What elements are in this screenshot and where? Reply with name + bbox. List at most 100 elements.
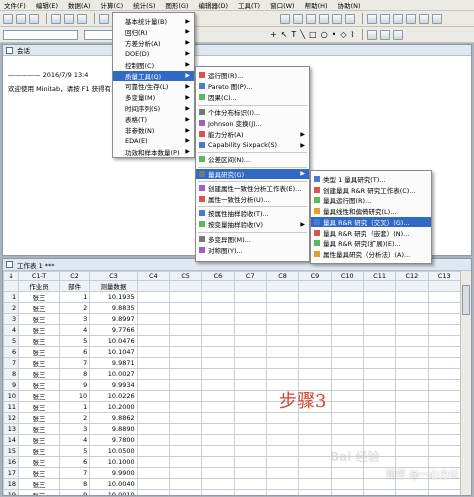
cell-empty[interactable] (201, 390, 235, 402)
cell-empty[interactable] (298, 335, 332, 347)
cell-measurement[interactable]: 9.9900 (89, 467, 138, 479)
quality-menu-item[interactable]: Pareto 图(P)... (196, 81, 309, 91)
cell-empty[interactable] (233, 346, 267, 358)
cell-empty[interactable] (427, 313, 462, 325)
cell-measurement[interactable]: 10.0226 (89, 390, 138, 402)
cell-empty[interactable] (265, 313, 300, 325)
quality-menu-item[interactable]: 能力分析(A) ▶ (196, 129, 309, 139)
column-name[interactable] (298, 280, 332, 292)
zoom-icon[interactable] (393, 29, 404, 40)
copy-icon[interactable] (64, 13, 74, 24)
cell-part[interactable]: 5 (59, 445, 91, 457)
cell-empty[interactable] (298, 346, 332, 358)
cell-empty[interactable] (395, 489, 429, 495)
stat-menu-item[interactable]: 表格(T) ▶ (113, 114, 194, 125)
cell-empty[interactable] (201, 368, 235, 380)
cell-measurement[interactable]: 9.8997 (89, 313, 138, 325)
cell-empty[interactable] (265, 423, 300, 435)
cell-measurement[interactable]: 9.8890 (89, 423, 138, 435)
cell-empty[interactable] (362, 434, 397, 446)
cell-empty[interactable] (427, 445, 462, 457)
cell-empty[interactable] (298, 324, 332, 336)
cell-empty[interactable] (298, 368, 332, 380)
cell-part[interactable]: 2 (59, 412, 91, 424)
cell-empty[interactable] (362, 324, 397, 336)
cell-empty[interactable] (265, 368, 300, 380)
cell-empty[interactable] (330, 412, 364, 424)
cell-empty[interactable] (330, 390, 364, 402)
cell-empty[interactable] (168, 379, 203, 391)
row-number[interactable]: 1 (3, 291, 20, 303)
open-icon[interactable] (3, 13, 13, 24)
cell-empty[interactable] (136, 357, 170, 369)
menubar-item[interactable]: 数据(A) (68, 0, 91, 10)
column-id[interactable]: C2 (59, 271, 91, 281)
cell-empty[interactable] (427, 346, 462, 358)
cell-measurement[interactable]: 10.0040 (89, 478, 138, 490)
cell-empty[interactable] (330, 401, 364, 413)
worksheet-scrollbar[interactable] (460, 271, 471, 495)
cell-empty[interactable] (168, 456, 203, 468)
column-id[interactable]: C7 (233, 271, 267, 281)
cell-empty[interactable] (298, 313, 332, 325)
cell-part[interactable]: 3 (59, 313, 91, 325)
cell-empty[interactable] (136, 368, 170, 380)
stat-menu-item[interactable]: 非参数(N) ▶ (113, 125, 194, 136)
cell-empty[interactable] (201, 456, 235, 468)
cell-empty[interactable] (427, 489, 462, 495)
rectangle-tool-icon[interactable]: □ (309, 30, 317, 39)
cell-empty[interactable] (136, 346, 170, 358)
tile-icon[interactable] (380, 13, 390, 24)
cell-empty[interactable] (233, 401, 267, 413)
cell-empty[interactable] (395, 313, 429, 325)
cell-empty[interactable] (233, 324, 267, 336)
cell-empty[interactable] (298, 489, 332, 495)
graph-folder-icon[interactable] (319, 13, 329, 24)
stat-menu-item[interactable]: 多变量(M) ▶ (113, 92, 194, 103)
cell-empty[interactable] (395, 302, 429, 314)
stat-menu-item[interactable]: 质量工具(Q) ▶ (113, 70, 194, 81)
cell-part[interactable]: 8 (59, 478, 91, 490)
cell-empty[interactable] (233, 434, 267, 446)
cell-empty[interactable] (395, 401, 429, 413)
gage-menu-item[interactable]: 类型 1 量具研究(T)... (311, 174, 431, 184)
column-name[interactable] (201, 280, 235, 292)
cell-empty[interactable] (233, 357, 267, 369)
cell-measurement[interactable]: 10.1935 (89, 291, 138, 303)
graph-options-icon[interactable] (432, 13, 442, 24)
cell-empty[interactable] (395, 324, 429, 336)
quality-menu-item[interactable]: 按变量抽样验收(V) ▶ (196, 219, 309, 229)
cell-empty[interactable] (395, 346, 429, 358)
cell-empty[interactable] (427, 434, 462, 446)
row-number[interactable]: 12 (3, 412, 20, 424)
cell-measurement[interactable]: 10.1000 (89, 456, 138, 468)
column-name[interactable] (233, 280, 267, 292)
cell-operator[interactable]: 张三 (18, 456, 61, 468)
cell-empty[interactable] (201, 313, 235, 325)
row-number[interactable]: 3 (3, 313, 20, 325)
cell-measurement[interactable]: 10.0027 (89, 368, 138, 380)
cell-empty[interactable] (395, 423, 429, 435)
stat-menu-item[interactable]: EDA(E) ▶ (113, 136, 194, 146)
line-color-icon[interactable] (380, 29, 391, 40)
cell-empty[interactable] (168, 467, 203, 479)
stat-menu-item[interactable]: 控制图(C) ▶ (113, 60, 194, 70)
cell-empty[interactable] (330, 291, 364, 303)
cell-empty[interactable] (136, 456, 170, 468)
cell-empty[interactable] (168, 423, 203, 435)
cell-measurement[interactable]: 9.7766 (89, 324, 138, 336)
arrange-icon[interactable] (367, 13, 377, 24)
cell-empty[interactable] (395, 357, 429, 369)
row-number[interactable]: 18 (3, 478, 20, 490)
cell-empty[interactable] (201, 379, 235, 391)
paste-icon[interactable] (77, 13, 87, 24)
cell-empty[interactable] (168, 401, 203, 413)
gage-menu-item[interactable]: 量具 R&R 研究(扩展)(E)... (311, 238, 431, 248)
column-id[interactable]: C4 (136, 271, 170, 281)
column-id[interactable]: C10 (330, 271, 364, 281)
cell-empty[interactable] (298, 357, 332, 369)
quality-menu-item[interactable]: 多变异图(M)... (196, 234, 309, 244)
undo-icon[interactable] (99, 13, 109, 24)
gage-menu-item[interactable]: 属性量具研究（分析法）(A)... (311, 249, 431, 259)
cell-measurement[interactable]: 9.9934 (89, 379, 138, 391)
